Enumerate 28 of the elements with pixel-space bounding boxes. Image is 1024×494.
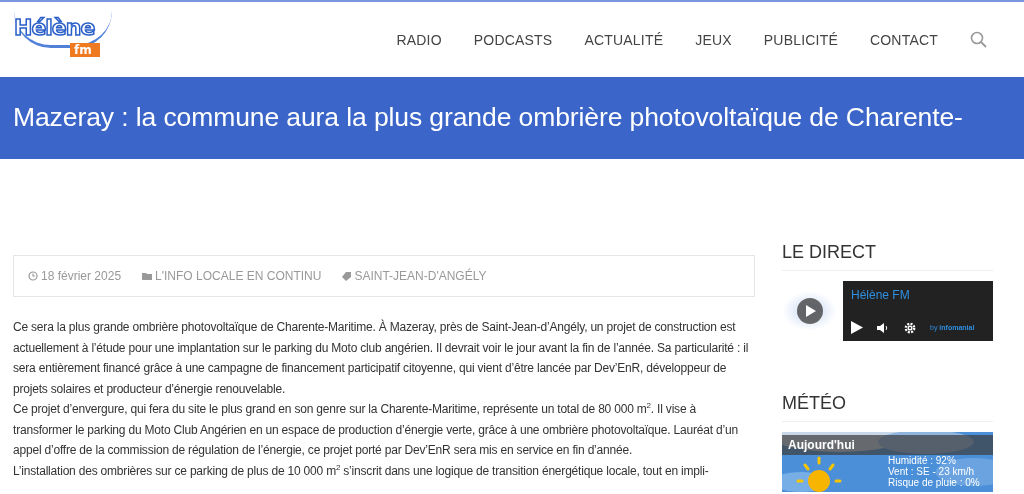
nav-link[interactable]: PUBLICITÉ: [763, 31, 838, 48]
article-paragraph: L’installation des ombrières sur ce parking de plus de 10 000 m$^{2}$ s’inscrit dans une logique de transition énergétique locale, tout en impli-: [13, 461, 710, 480]
play-icon[interactable]: [795, 297, 824, 325]
nav-link[interactable]: JEUX: [695, 31, 732, 48]
post-date: 18 février 2025: [41, 269, 122, 283]
play-icon[interactable]: [851, 321, 863, 334]
section-heading: LE DIRECT: [782, 242, 993, 271]
logo[interactable]: Hélène fm: [14, 10, 112, 61]
weather-detail: Vent : SE - 23 km/h: [888, 466, 976, 477]
station-name: Hélène FM: [851, 288, 911, 302]
section-heading: MÉTÉO: [782, 393, 993, 422]
article-paragraph: Ce sera la plus grande ombrière photovoltaïque de Charente-Maritime. À Mazeray, près de Saint-Jean-d’Angély, un projet de construction est actuellement à l’étude pour une implantation sur le parking du Moto club angérien. Il devrait voir le jour avant la fin de l’année. Sa particularité : il sera entièrement financé grâce à une campagne de financement participatif citoyenne, qui vient d’être lancée par Dev’EnR, développeur de projets solaires et producteur d’énergie renouvelable.: [13, 318, 750, 398]
article-paragraph: Ce projet d’envergure, qui fera du site le plus grand en son genre sur la Charente-Maritime, représente un total de 80 000 m$^{2}$. Il vise à transformer le parking du Moto Club Angérien en un espace de production d’énergie verte, grâce à une ombrière photovoltaïque. Lauréat d’un appel d’offre de la commission de régulation de l’énergie, ce projet porté par Dev’EnR sera mis en service en fin d’année.: [13, 400, 739, 459]
volume-icon[interactable]: [877, 321, 890, 334]
tag-icon: [342, 271, 352, 281]
nav-link[interactable]: ACTUALITÉ: [584, 31, 664, 48]
nav-link[interactable]: RADIO: [396, 31, 442, 48]
nav-link[interactable]: PODCASTS: [473, 31, 553, 48]
weather-day: Aujourd'hui: [782, 435, 993, 455]
nav-link[interactable]: CONTACT: [869, 31, 938, 48]
folder-icon: [142, 272, 153, 280]
weather-detail: Risque de pluie : 0%: [888, 477, 980, 488]
settings-icon[interactable]: [904, 321, 916, 334]
article-title: Mazeray : la commune aura la plus grande ombrière photovoltaïque de Charente-: [13, 101, 963, 133]
sun-icon: [796, 455, 842, 492]
weather-detail: Humidité : 92%: [888, 455, 957, 466]
clock-icon: [28, 271, 38, 281]
search-icon[interactable]: [970, 30, 988, 49]
